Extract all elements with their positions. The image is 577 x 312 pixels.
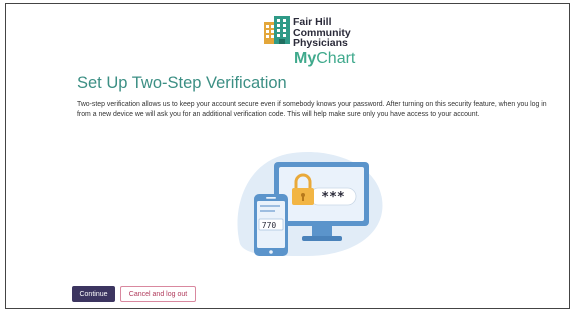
page-frame: Fair Hill Community Physicians MyChart S… <box>5 3 570 309</box>
fair-hill-mychart-logo: Fair Hill Community Physicians MyChart <box>257 14 367 68</box>
two-step-illustration: *** 770 <box>237 151 383 256</box>
mychart-wordmark: MyChart <box>294 50 355 68</box>
org-line-1: Fair Hill <box>293 16 332 28</box>
organization-name: Fair Hill Community Physicians <box>293 17 351 49</box>
phone-code: 770 <box>262 221 277 230</box>
continue-button[interactable]: Continue <box>72 286 115 302</box>
page-description: Two-step verification allows us to keep … <box>77 101 547 118</box>
org-line-3: Physicians <box>293 37 348 49</box>
building-icon <box>264 16 290 44</box>
page-title: Set Up Two-Step Verification <box>77 74 287 92</box>
brand-chart: Chart <box>316 50 356 67</box>
brand-my: My <box>294 50 317 67</box>
password-mask: *** <box>321 190 345 205</box>
cancel-and-logout-button[interactable]: Cancel and log out <box>120 286 196 302</box>
